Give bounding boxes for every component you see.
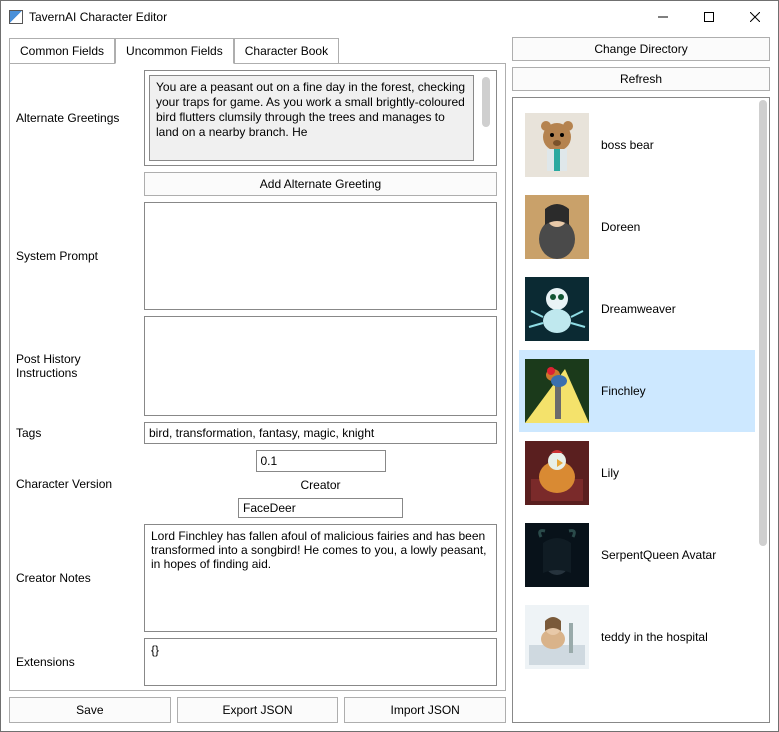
titlebar: TavernAI Character Editor	[1, 1, 778, 33]
tags-input[interactable]	[144, 422, 497, 444]
scrollbar-track[interactable]	[757, 100, 767, 720]
character-thumbnail	[525, 605, 589, 669]
label-creator-notes: Creator Notes	[16, 524, 144, 632]
import-json-button[interactable]: Import JSON	[344, 697, 506, 723]
character-thumbnail	[525, 359, 589, 423]
character-list-item[interactable]: Dreamweaver	[519, 268, 755, 350]
character-list-item[interactable]: SerpentQueen Avatar	[519, 514, 755, 596]
character-name: Dreamweaver	[601, 302, 676, 316]
label-creator: Creator	[298, 478, 342, 492]
post-history-input[interactable]	[144, 316, 497, 416]
refresh-button[interactable]: Refresh	[512, 67, 770, 91]
character-thumbnail	[525, 277, 589, 341]
character-thumbnail	[525, 113, 589, 177]
alternate-greetings-container: You are a peasant out on a fine day in t…	[144, 70, 497, 166]
close-button[interactable]	[732, 1, 778, 33]
character-list-item[interactable]: Lily	[519, 432, 755, 514]
character-list: boss bear Doreen Dreamweaver Finchley Lily Se…	[512, 97, 770, 723]
minimize-button[interactable]	[640, 1, 686, 33]
alternate-greeting-text[interactable]: You are a peasant out on a fine day in t…	[149, 75, 474, 161]
system-prompt-input[interactable]	[144, 202, 497, 310]
character-name: Lily	[601, 466, 619, 480]
tab-character-book[interactable]: Character Book	[234, 38, 339, 63]
label-tags: Tags	[16, 422, 144, 444]
extensions-input[interactable]	[144, 638, 497, 686]
character-name: boss bear	[601, 138, 654, 152]
character-version-input[interactable]	[256, 450, 386, 472]
character-thumbnail	[525, 441, 589, 505]
character-name: SerpentQueen Avatar	[601, 548, 716, 562]
change-directory-button[interactable]: Change Directory	[512, 37, 770, 61]
character-name: teddy in the hospital	[601, 630, 708, 644]
tab-panel: Alternate Greetings You are a peasant ou…	[9, 63, 506, 691]
add-alternate-greeting-button[interactable]: Add Alternate Greeting	[144, 172, 497, 196]
scrollbar[interactable]	[482, 77, 490, 127]
label-system-prompt: System Prompt	[16, 202, 144, 310]
character-list-item[interactable]: boss bear	[519, 104, 755, 186]
character-thumbnail	[525, 195, 589, 259]
character-list-item[interactable]: teddy in the hospital	[519, 596, 755, 678]
save-button[interactable]: Save	[9, 697, 171, 723]
label-character-version: Character Version	[16, 450, 144, 518]
tab-uncommon-fields[interactable]: Uncommon Fields	[115, 38, 234, 64]
window-title: TavernAI Character Editor	[29, 10, 640, 24]
character-name: Finchley	[601, 384, 646, 398]
export-json-button[interactable]: Export JSON	[177, 697, 339, 723]
tabs: Common FieldsUncommon FieldsCharacter Bo…	[9, 37, 506, 63]
character-list-item[interactable]: Doreen	[519, 186, 755, 268]
character-thumbnail	[525, 523, 589, 587]
character-name: Doreen	[601, 220, 640, 234]
label-post-history: Post History Instructions	[16, 316, 144, 416]
app-icon	[9, 10, 23, 24]
maximize-button[interactable]	[686, 1, 732, 33]
creator-notes-input[interactable]	[144, 524, 497, 632]
scrollbar-thumb[interactable]	[759, 100, 767, 546]
label-extensions: Extensions	[16, 638, 144, 686]
creator-input[interactable]	[238, 498, 403, 518]
label-alternate-greetings: Alternate Greetings	[16, 70, 144, 166]
tab-common-fields[interactable]: Common Fields	[9, 38, 115, 63]
character-list-item[interactable]: Finchley	[519, 350, 755, 432]
